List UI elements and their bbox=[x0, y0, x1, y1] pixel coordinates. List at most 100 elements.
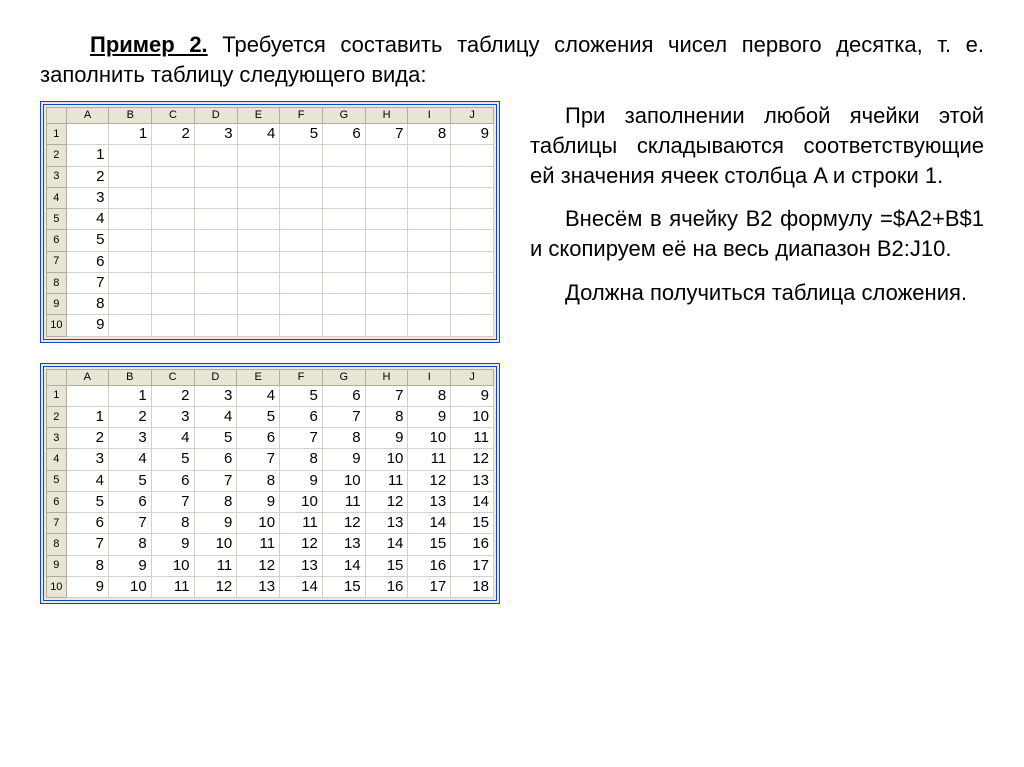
cell[interactable]: 16 bbox=[408, 555, 451, 576]
cell[interactable]: 5 bbox=[280, 124, 323, 145]
cell[interactable]: 6 bbox=[151, 470, 194, 491]
cell[interactable]: 5 bbox=[66, 230, 109, 251]
cell[interactable]: 8 bbox=[66, 555, 108, 576]
cell[interactable]: 3 bbox=[194, 124, 237, 145]
cell[interactable]: 7 bbox=[151, 491, 194, 512]
cell[interactable] bbox=[152, 294, 195, 315]
cell[interactable]: 2 bbox=[108, 406, 151, 427]
cell[interactable] bbox=[323, 166, 366, 187]
cell[interactable] bbox=[66, 385, 108, 406]
cell[interactable]: 14 bbox=[451, 491, 494, 512]
cell[interactable] bbox=[237, 187, 280, 208]
cell[interactable]: 9 bbox=[451, 124, 494, 145]
cell[interactable]: 14 bbox=[365, 534, 408, 555]
cell[interactable]: 15 bbox=[451, 513, 494, 534]
cell[interactable]: 4 bbox=[66, 209, 109, 230]
cell[interactable] bbox=[280, 230, 323, 251]
cell[interactable] bbox=[237, 294, 280, 315]
cell[interactable]: 13 bbox=[408, 491, 451, 512]
cell[interactable] bbox=[194, 145, 237, 166]
cell[interactable]: 13 bbox=[322, 534, 365, 555]
cell[interactable] bbox=[152, 145, 195, 166]
cell[interactable] bbox=[323, 145, 366, 166]
cell[interactable] bbox=[237, 230, 280, 251]
cell[interactable]: 8 bbox=[280, 449, 323, 470]
cell[interactable] bbox=[152, 209, 195, 230]
cell[interactable]: 10 bbox=[408, 428, 451, 449]
cell[interactable] bbox=[451, 315, 494, 336]
cell[interactable] bbox=[194, 187, 237, 208]
cell[interactable]: 14 bbox=[280, 576, 323, 597]
cell[interactable] bbox=[152, 251, 195, 272]
cell[interactable] bbox=[451, 251, 494, 272]
cell[interactable]: 9 bbox=[237, 491, 280, 512]
cell[interactable]: 3 bbox=[66, 187, 109, 208]
cell[interactable] bbox=[109, 230, 152, 251]
cell[interactable] bbox=[365, 230, 408, 251]
cell[interactable]: 10 bbox=[280, 491, 323, 512]
cell[interactable] bbox=[451, 145, 494, 166]
cell[interactable] bbox=[280, 209, 323, 230]
cell[interactable] bbox=[451, 272, 494, 293]
cell[interactable] bbox=[323, 251, 366, 272]
cell[interactable]: 11 bbox=[280, 513, 323, 534]
cell[interactable] bbox=[451, 166, 494, 187]
cell[interactable] bbox=[323, 209, 366, 230]
cell[interactable]: 5 bbox=[151, 449, 194, 470]
cell[interactable]: 4 bbox=[108, 449, 151, 470]
cell[interactable]: 12 bbox=[408, 470, 451, 491]
cell[interactable] bbox=[280, 272, 323, 293]
cell[interactable] bbox=[365, 209, 408, 230]
cell[interactable]: 9 bbox=[108, 555, 151, 576]
cell[interactable]: 5 bbox=[237, 406, 280, 427]
cell[interactable]: 12 bbox=[365, 491, 408, 512]
cell[interactable] bbox=[451, 209, 494, 230]
cell[interactable] bbox=[237, 145, 280, 166]
cell[interactable]: 6 bbox=[66, 251, 109, 272]
cell[interactable] bbox=[280, 145, 323, 166]
cell[interactable] bbox=[152, 166, 195, 187]
cell[interactable]: 7 bbox=[365, 124, 408, 145]
cell[interactable]: 6 bbox=[66, 513, 108, 534]
cell[interactable]: 15 bbox=[365, 555, 408, 576]
cell[interactable] bbox=[109, 294, 152, 315]
cell[interactable] bbox=[280, 187, 323, 208]
cell[interactable]: 9 bbox=[151, 534, 194, 555]
cell[interactable]: 2 bbox=[66, 166, 109, 187]
cell[interactable]: 1 bbox=[109, 124, 152, 145]
cell[interactable]: 1 bbox=[108, 385, 151, 406]
cell[interactable] bbox=[109, 166, 152, 187]
cell[interactable] bbox=[194, 251, 237, 272]
cell[interactable]: 9 bbox=[66, 576, 108, 597]
cell[interactable] bbox=[365, 145, 408, 166]
cell[interactable]: 10 bbox=[237, 513, 280, 534]
cell[interactable]: 12 bbox=[194, 576, 237, 597]
cell[interactable]: 10 bbox=[365, 449, 408, 470]
cell[interactable] bbox=[323, 187, 366, 208]
cell[interactable] bbox=[194, 315, 237, 336]
cell[interactable]: 16 bbox=[451, 534, 494, 555]
cell[interactable]: 7 bbox=[237, 449, 280, 470]
cell[interactable]: 4 bbox=[237, 385, 280, 406]
cell[interactable] bbox=[194, 209, 237, 230]
cell[interactable]: 5 bbox=[194, 428, 237, 449]
cell[interactable]: 8 bbox=[151, 513, 194, 534]
cell[interactable]: 13 bbox=[237, 576, 280, 597]
cell[interactable]: 17 bbox=[451, 555, 494, 576]
cell[interactable]: 12 bbox=[322, 513, 365, 534]
cell[interactable] bbox=[109, 145, 152, 166]
cell[interactable] bbox=[280, 166, 323, 187]
cell[interactable]: 7 bbox=[66, 534, 108, 555]
cell[interactable] bbox=[365, 187, 408, 208]
cell[interactable]: 11 bbox=[451, 428, 494, 449]
cell[interactable] bbox=[280, 294, 323, 315]
cell[interactable]: 5 bbox=[108, 470, 151, 491]
cell[interactable]: 8 bbox=[408, 124, 451, 145]
cell[interactable]: 5 bbox=[280, 385, 323, 406]
cell[interactable]: 4 bbox=[237, 124, 280, 145]
cell[interactable]: 2 bbox=[152, 124, 195, 145]
cell[interactable] bbox=[408, 187, 451, 208]
cell[interactable]: 11 bbox=[408, 449, 451, 470]
cell[interactable]: 9 bbox=[66, 315, 109, 336]
cell[interactable]: 11 bbox=[151, 576, 194, 597]
